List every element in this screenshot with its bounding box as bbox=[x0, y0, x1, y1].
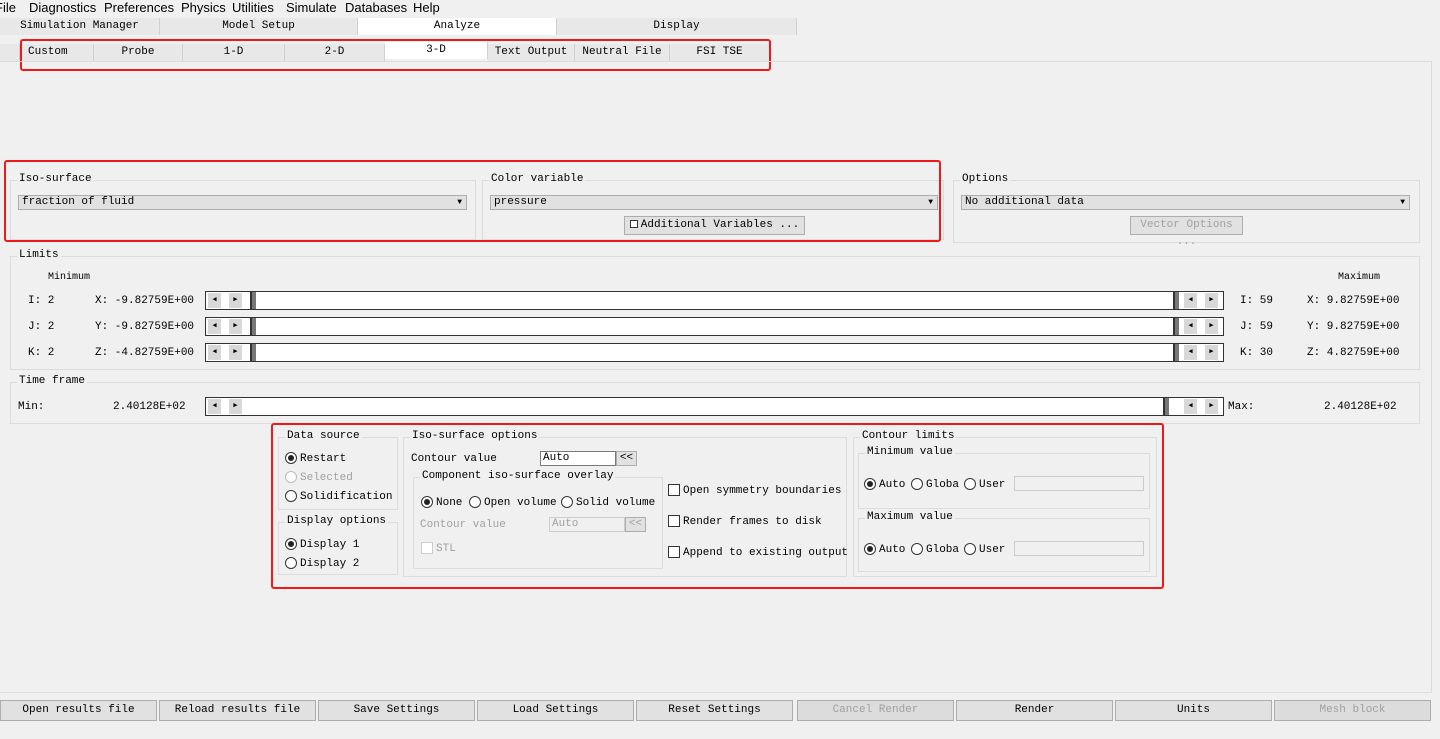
menu-simulate[interactable]: Simulate bbox=[286, 0, 337, 15]
limit-index-min: K: 2 bbox=[28, 347, 55, 359]
time-slider[interactable]: ◀ ▶ ◀ ▶ bbox=[205, 397, 1224, 416]
render-button[interactable]: Render bbox=[956, 700, 1113, 721]
reload-results-button[interactable]: Reload results file bbox=[159, 700, 316, 721]
slider-thumb-max[interactable] bbox=[1173, 318, 1179, 335]
time-max-value: 2.40128E+02 bbox=[1324, 401, 1397, 413]
menu-utilities[interactable]: Utilities bbox=[232, 0, 274, 15]
arrow-right-icon[interactable]: ▶ bbox=[229, 293, 242, 308]
arrow-right-icon[interactable]: ▶ bbox=[229, 345, 242, 360]
arrow-right-icon[interactable]: ▶ bbox=[229, 319, 242, 334]
time-frame-label: Time frame bbox=[17, 375, 88, 387]
tab-spacer bbox=[0, 44, 20, 61]
arrow-left-icon[interactable]: ◀ bbox=[1184, 345, 1197, 360]
slider-thumb-min[interactable] bbox=[250, 344, 256, 361]
arrow-left-icon[interactable]: ◀ bbox=[208, 399, 221, 414]
minimum-label: Minimum bbox=[48, 272, 91, 283]
limit-index-min: I: 2 bbox=[28, 295, 55, 307]
arrow-left-icon[interactable]: ◀ bbox=[1184, 293, 1197, 308]
units-button[interactable]: Units bbox=[1115, 700, 1272, 721]
chevron-down-icon: ▼ bbox=[1400, 198, 1405, 207]
time-min-label: Min: bbox=[18, 401, 45, 413]
arrow-right-icon[interactable]: ▶ bbox=[1205, 293, 1218, 308]
limit-coord-min: Y: -9.82759E+00 bbox=[95, 321, 195, 333]
limit-index-max: J: 59 bbox=[1240, 321, 1274, 333]
time-max-label: Max: bbox=[1228, 401, 1255, 413]
time-min-value: 2.40128E+02 bbox=[113, 401, 186, 413]
menu-preferences[interactable]: Preferences bbox=[104, 0, 174, 15]
open-results-button[interactable]: Open results file bbox=[0, 700, 157, 721]
limit-coord-min: Z: -4.82759E+00 bbox=[95, 347, 195, 359]
save-settings-button[interactable]: Save Settings bbox=[318, 700, 475, 721]
vector-options-button[interactable]: Vector Options ... bbox=[1130, 216, 1243, 248]
menu-diagnostics[interactable]: Diagnostics bbox=[29, 0, 96, 15]
arrow-left-icon[interactable]: ◀ bbox=[208, 293, 221, 308]
tab-simulation-manager[interactable]: Simulation Manager bbox=[0, 18, 160, 35]
options-label: Options bbox=[960, 173, 1011, 185]
slider-thumb-max[interactable] bbox=[1173, 292, 1179, 309]
menu-help[interactable]: Help bbox=[413, 0, 440, 15]
options-select[interactable]: No additional data ▼ bbox=[961, 195, 1410, 210]
menu-databases[interactable]: Databases bbox=[345, 0, 407, 15]
limit-slider[interactable]: ◀ ▶ ◀ ▶ bbox=[205, 317, 1224, 336]
arrow-left-icon[interactable]: ◀ bbox=[208, 319, 221, 334]
slider-thumb-min[interactable] bbox=[250, 292, 256, 309]
highlight-box bbox=[271, 423, 1164, 589]
limit-coord-min: X: -9.82759E+00 bbox=[95, 295, 195, 307]
cancel-render-button[interactable]: Cancel Render bbox=[797, 700, 954, 721]
reset-settings-button[interactable]: Reset Settings bbox=[636, 700, 793, 721]
slider-thumb-min[interactable] bbox=[250, 318, 256, 335]
tab-model-setup[interactable]: Model Setup bbox=[160, 18, 358, 35]
arrow-left-icon[interactable]: ◀ bbox=[1184, 319, 1197, 334]
arrow-right-icon[interactable]: ▶ bbox=[1205, 345, 1218, 360]
arrow-right-icon[interactable]: ▶ bbox=[1205, 319, 1218, 334]
slider-thumb-max[interactable] bbox=[1173, 344, 1179, 361]
maximum-label: Maximum bbox=[1338, 272, 1381, 283]
limit-coord-max: Y: 9.82759E+00 bbox=[1307, 321, 1400, 333]
options-value: No additional data bbox=[965, 196, 1084, 208]
limits-label: Limits bbox=[17, 249, 61, 261]
arrow-left-icon[interactable]: ◀ bbox=[1184, 399, 1197, 414]
limit-index-min: J: 2 bbox=[28, 321, 55, 333]
tab-analyze[interactable]: Analyze bbox=[358, 18, 557, 35]
mesh-block-button[interactable]: Mesh block bbox=[1274, 700, 1431, 721]
limit-coord-max: X: 9.82759E+00 bbox=[1307, 295, 1400, 307]
limit-slider[interactable]: ◀ ▶ ◀ ▶ bbox=[205, 291, 1224, 310]
arrow-right-icon[interactable]: ▶ bbox=[1205, 399, 1218, 414]
limit-slider[interactable]: ◀ ▶ ◀ ▶ bbox=[205, 343, 1224, 362]
limit-index-max: I: 59 bbox=[1240, 295, 1274, 307]
arrow-right-icon[interactable]: ▶ bbox=[229, 399, 242, 414]
load-settings-button[interactable]: Load Settings bbox=[477, 700, 634, 721]
highlight-box bbox=[4, 160, 941, 242]
slider-thumb[interactable] bbox=[1163, 398, 1169, 415]
arrow-left-icon[interactable]: ◀ bbox=[208, 345, 221, 360]
main-panel bbox=[0, 61, 1432, 693]
menu-physics[interactable]: Physics bbox=[181, 0, 226, 15]
menu-file[interactable]: File bbox=[0, 0, 16, 15]
tab-display[interactable]: Display bbox=[557, 18, 797, 35]
limit-index-max: K: 30 bbox=[1240, 347, 1274, 359]
limit-coord-max: Z: 4.82759E+00 bbox=[1307, 347, 1400, 359]
